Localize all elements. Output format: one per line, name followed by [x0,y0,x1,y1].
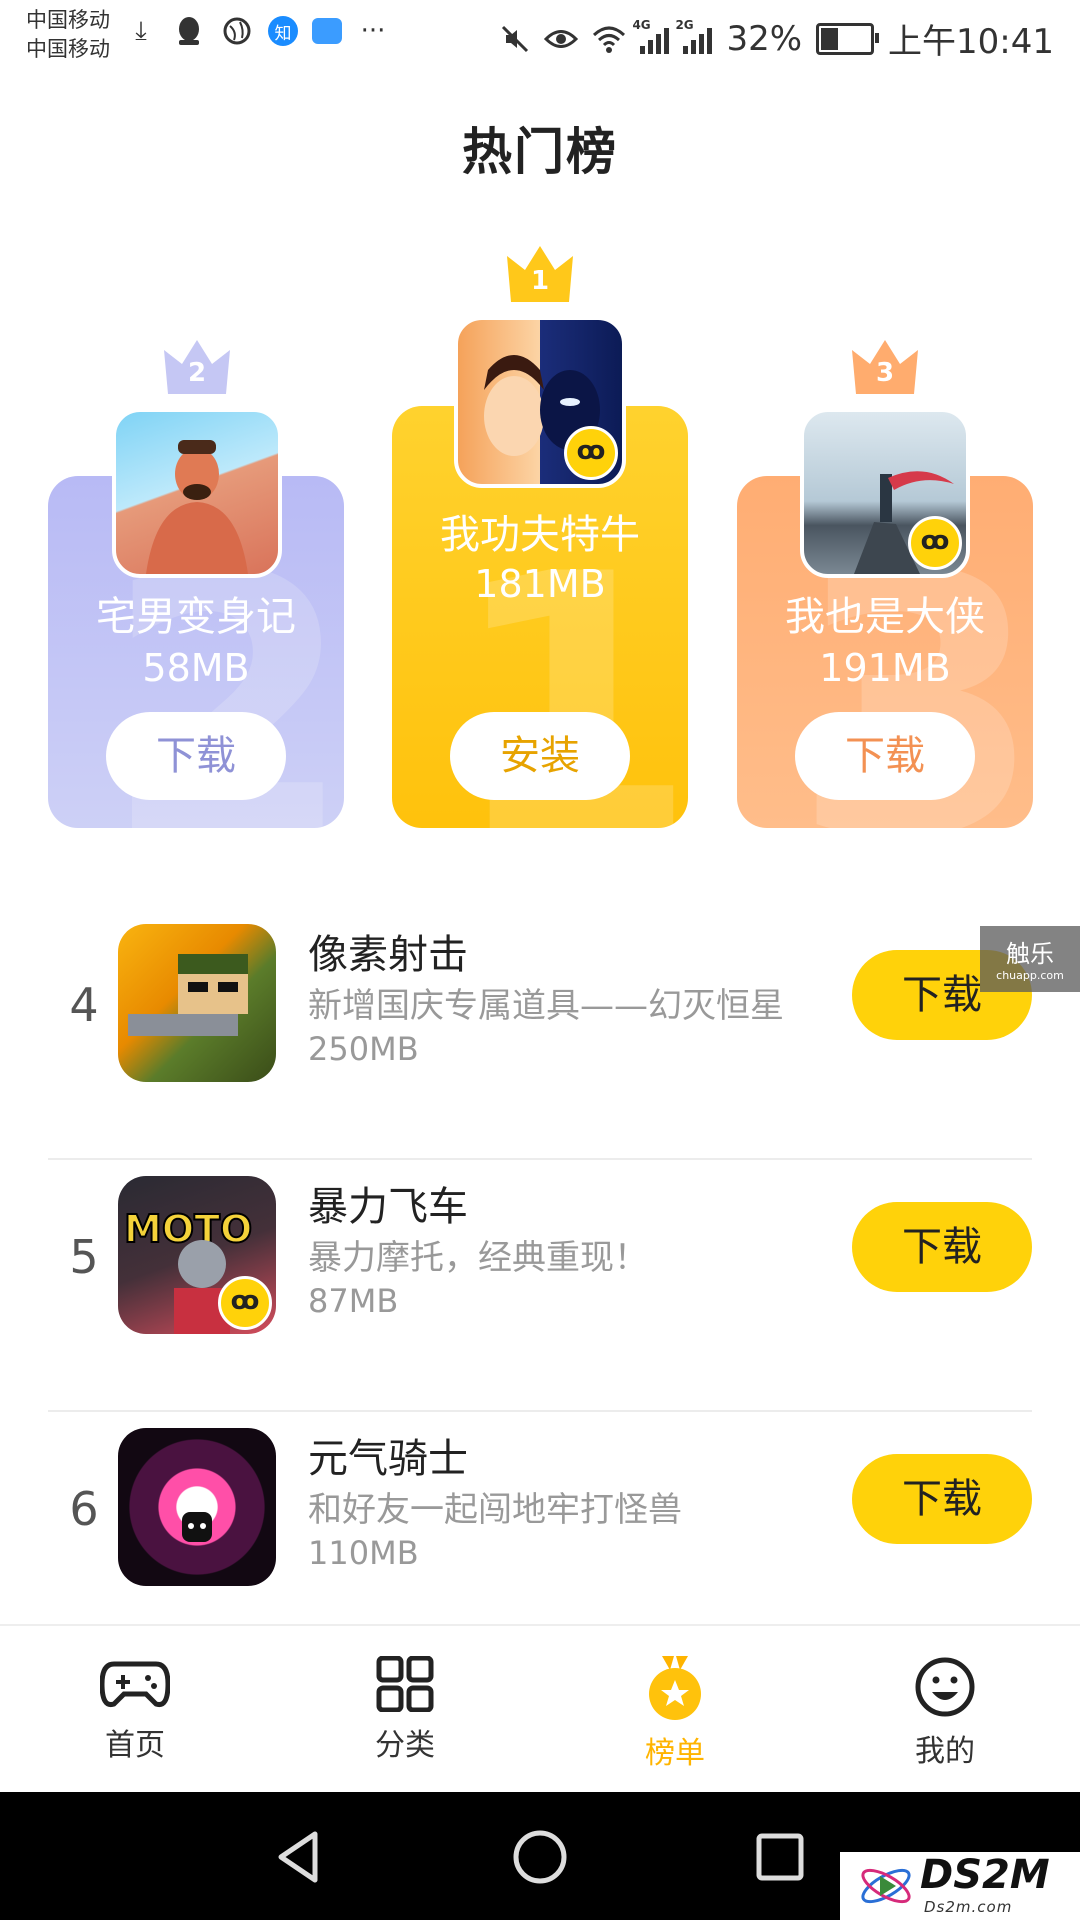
app-description: 新增国庆专属道具——幻灭恒星 [308,986,784,1026]
download-button[interactable]: 下载 [106,712,286,800]
ds2m-logo: DS2M Ds2m.com [840,1852,1080,1920]
crown-rank-number: 1 [530,266,550,296]
crown-rank-number: 3 [875,358,895,388]
app-title: 元气骑士 [308,1436,468,1482]
kungfu-icon[interactable]: ꝏ [454,316,626,488]
signal-2g-icon: 2G [675,18,713,54]
system-status: 4G 2G 32% 上午10:41 [500,14,1054,63]
home-icon[interactable] [505,1822,575,1892]
app-badge-icon: ꝏ [908,516,962,570]
watermark-line-2: chuapp.com [996,969,1064,982]
tab-home[interactable]: 首页 [55,1656,215,1764]
zhihu-icon: 知 [268,16,298,46]
mute-icon [502,25,529,52]
ds2m-orb-icon [861,1868,911,1904]
app-size: 110MB [308,1534,419,1572]
app-badge-icon: ꝏ [218,1276,272,1330]
medal-icon [649,1656,701,1720]
smiley-icon [915,1657,975,1717]
watermark-line-1: 触乐 [1006,940,1054,968]
app-size: 250MB [308,1030,419,1068]
app-description: 和好友一起闯地牢打怪兽 [308,1490,682,1530]
bottom-tab-bar: 首页 分类 榜单 我的 [0,1624,1080,1794]
net-type-2: 2G [675,17,694,32]
app-size: 87MB [308,1282,399,1320]
message-icon [312,18,342,44]
download-icon: ⤓ [135,15,147,46]
battery-icon [816,22,880,55]
install-button[interactable]: 安装 [450,712,630,800]
crown-rank-3-icon: 3 [848,336,922,396]
chuapp-watermark: 触乐 chuapp.com [980,926,1080,992]
app-description: 暴力摩托，经典重现！ [308,1238,648,1278]
podium-app-name: 我也是大侠 [785,594,985,640]
ds2m-logo-url: Ds2m.com [924,1898,1013,1916]
tab-label: 首页 [105,1728,165,1763]
signal-4g-icon: 4G [632,18,670,54]
crown-rank-2-icon: 2 [160,336,234,396]
app-badge-icon: ꝏ [564,426,618,480]
tab-ranking[interactable]: 榜单 [595,1656,755,1772]
grid-icon [376,1656,434,1712]
app-title: 暴力飞车 [308,1184,468,1230]
ds2m-logo-name: DS2M [920,1852,1050,1898]
crown-rank-1-icon: 1 [503,242,577,304]
qq-icon [172,14,206,48]
more-notifications-icon: ··· [360,16,386,46]
page-title: 热门榜 [462,123,618,181]
download-button[interactable]: 下载 [852,1454,1032,1544]
list-item-rank-5[interactable]: 5 MOTO ꝏ 暴力飞车 暴力摩托，经典重现！ 87MB 下载 [48,1160,1032,1412]
tab-category[interactable]: 分类 [325,1656,485,1764]
rank-number: 4 [69,978,99,1032]
swordsman-icon[interactable]: ꝏ [800,408,970,578]
browser-globe-icon [220,14,254,48]
podium-app-name: 宅男变身记 [96,594,296,640]
eye-comfort-icon [544,29,579,48]
moto-icon[interactable]: MOTO ꝏ [118,1176,276,1334]
tab-label: 分类 [375,1728,435,1763]
notification-icons: ⤓ 知 ··· [124,14,390,48]
net-type-1: 4G [632,17,651,32]
wifi-icon [593,26,626,53]
pixel-gun-icon[interactable] [118,924,276,1082]
download-button[interactable]: 下载 [795,712,975,800]
carrier-labels: 中国移动 中国移动 [26,6,110,64]
carrier-1: 中国移动 [26,8,110,32]
status-bar: 中国移动 中国移动 ⤓ 知 ··· 4G 2G 32% 上午10:41 [0,0,1080,76]
recents-icon[interactable] [745,1822,815,1892]
podium-app-size: 181MB [474,562,606,606]
podium-app-size: 191MB [819,646,951,690]
rank-number: 5 [69,1230,99,1284]
rank-number: 6 [69,1482,99,1536]
download-button[interactable]: 下载 [852,1202,1032,1292]
podium-app-size: 58MB [142,646,250,690]
gamepad-icon [100,1661,170,1708]
back-icon[interactable] [265,1822,335,1892]
tab-label: 榜单 [645,1736,705,1771]
carrier-2: 中国移动 [26,37,110,61]
app-title: 像素射击 [308,932,468,978]
podium-app-name: 我功夫特牛 [440,512,640,558]
tab-profile[interactable]: 我的 [865,1656,1025,1770]
soul-knight-icon[interactable] [118,1428,276,1586]
list-item-rank-4[interactable]: 4 像素射击 新增国庆专属道具——幻灭恒星 250MB 下载 [48,908,1032,1160]
clock: 上午10:41 [888,22,1054,62]
muscle-man-icon[interactable] [112,408,282,578]
crown-rank-number: 2 [187,358,207,388]
battery-percent: 32% [726,18,803,59]
system-navigation-bar: DS2M Ds2m.com [0,1792,1080,1920]
tab-label: 我的 [915,1734,975,1769]
